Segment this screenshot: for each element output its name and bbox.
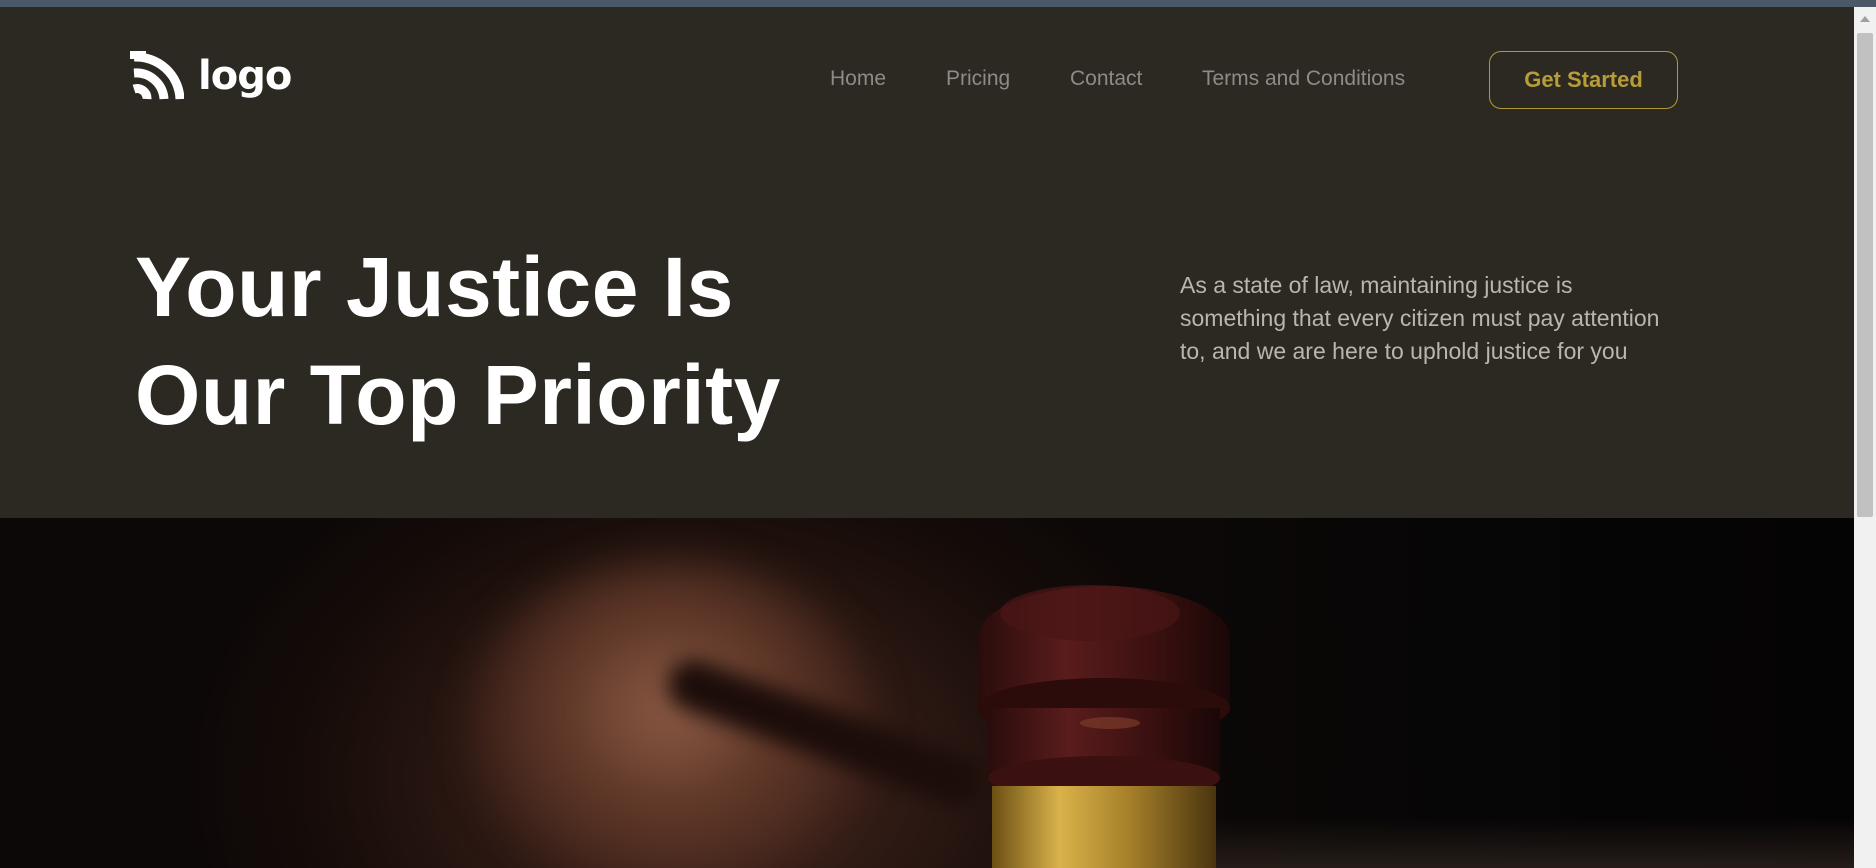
rss-arcs-icon [130,51,184,100]
nav-pricing-link[interactable]: Pricing [946,67,1010,91]
nav-home-link[interactable]: Home [830,67,886,91]
logo-text: logo [198,53,292,99]
hero-title-line-1: Your Justice Is [135,240,734,334]
hero-title-line-2: Our Top Priority [135,348,781,442]
hero-title: Your Justice Is Our Top Priority [135,233,895,449]
nav-terms-link[interactable]: Terms and Conditions [1202,67,1405,91]
browser-top-border [0,0,1876,7]
gavel-photo [0,518,1854,868]
gavel-head-icon [978,585,1230,868]
scroll-up-arrow-icon[interactable] [1860,16,1870,22]
scrollbar[interactable] [1854,7,1876,868]
get-started-button[interactable]: Get Started [1489,51,1678,109]
landing-page: logo Home Pricing Contact Terms and Cond… [0,7,1854,868]
table-edge [1200,818,1854,868]
scrollbar-thumb[interactable] [1857,33,1873,517]
brand-logo[interactable]: logo [130,49,292,103]
nav-contact-link[interactable]: Contact [1070,67,1142,91]
hero-description: As a state of law, maintaining justice i… [1180,272,1660,364]
